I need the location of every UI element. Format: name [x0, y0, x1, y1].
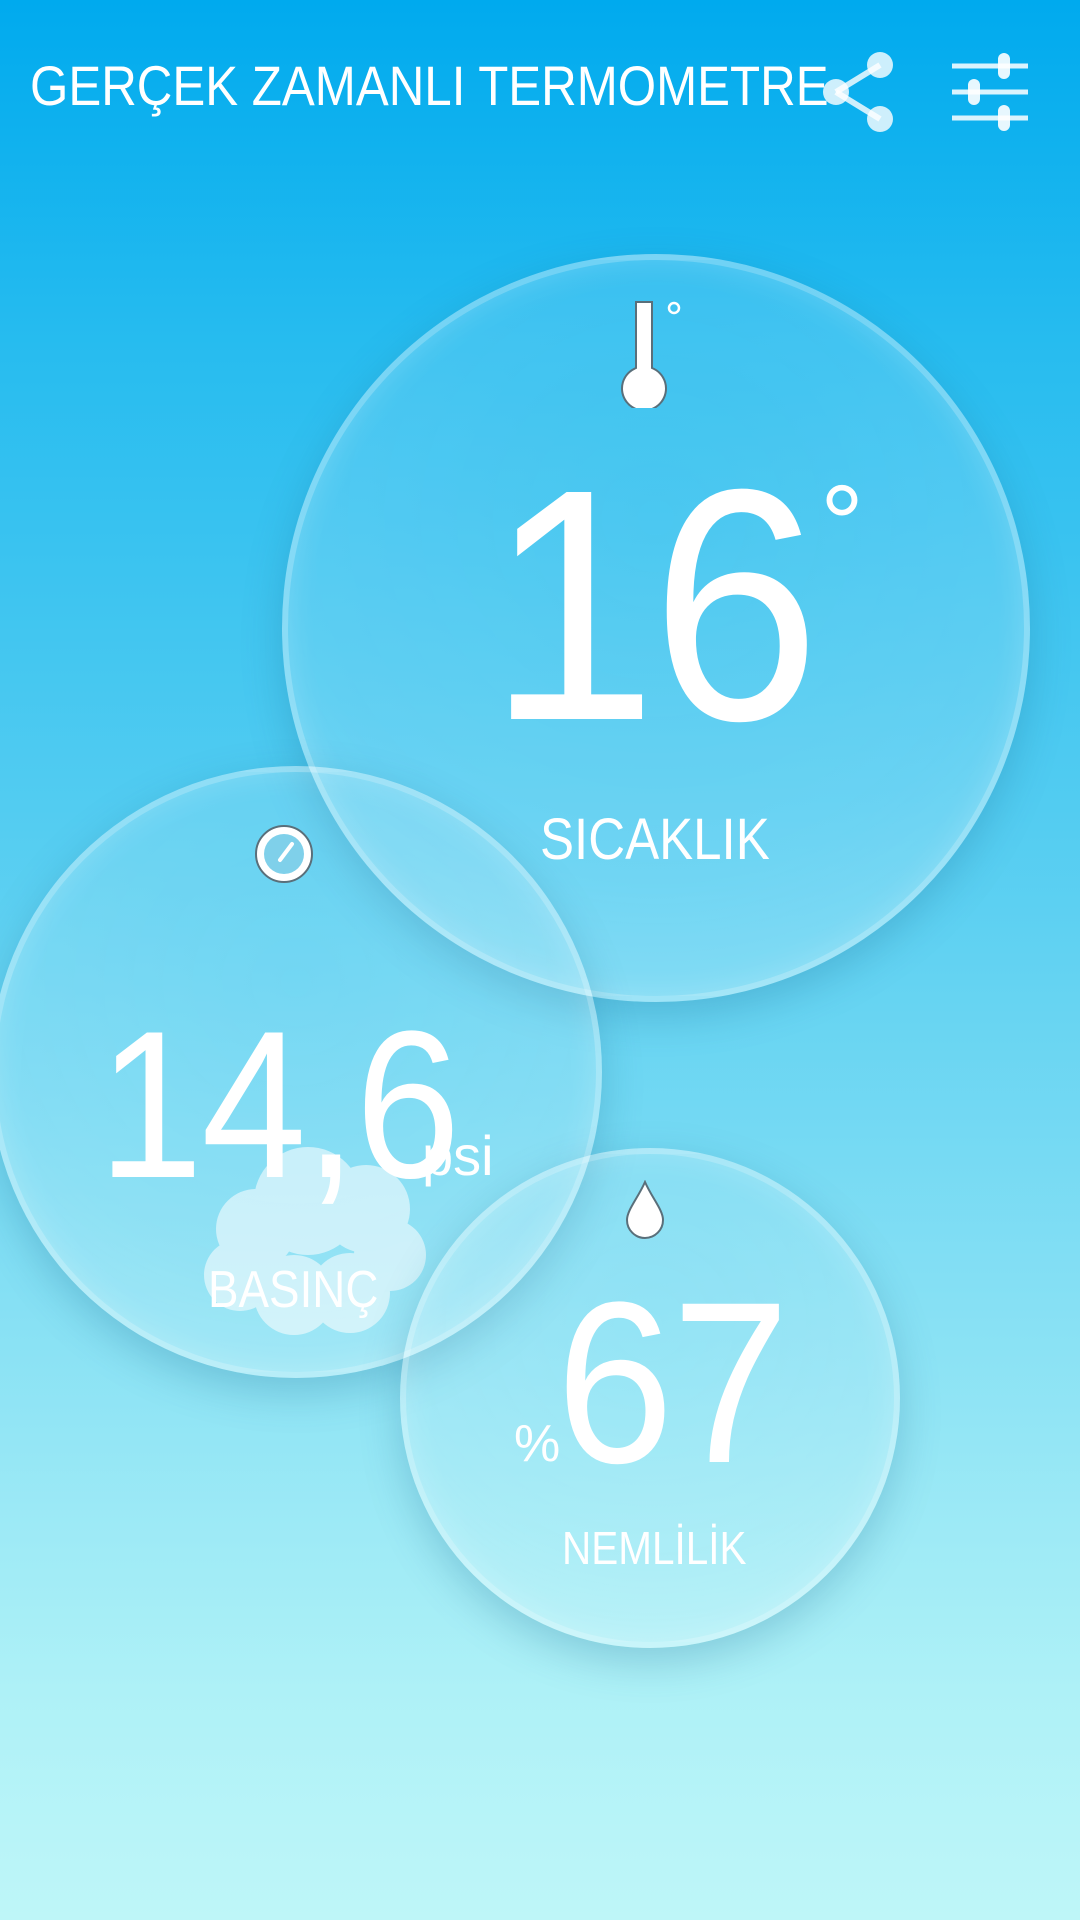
pressure-unit: psi — [422, 1124, 494, 1187]
share-icon — [823, 52, 893, 132]
humidity-percent-symbol: % — [514, 1415, 561, 1473]
temperature-degree-symbol: ° — [820, 463, 864, 586]
water-drop-icon — [625, 1180, 665, 1239]
app-title: GERÇEK ZAMANLI TERMOMETRE — [30, 54, 829, 117]
humidity-value: 67 — [556, 1254, 790, 1511]
gauge-icon — [255, 825, 313, 883]
pressure-value: 14,6 — [98, 987, 460, 1222]
app-bar: GERÇEK ZAMANLI TERMOMETRE — [0, 0, 1080, 172]
share-button[interactable] — [810, 44, 906, 140]
settings-button[interactable] — [940, 44, 1040, 140]
humidity-label: NEMLİLİK — [562, 1522, 747, 1574]
temperature-label: SICAKLIK — [540, 807, 770, 872]
pressure-label: BASINÇ — [208, 1261, 379, 1319]
thermometer-icon — [621, 301, 681, 408]
sliders-icon — [952, 53, 1028, 131]
temperature-value: 16 — [488, 420, 820, 789]
